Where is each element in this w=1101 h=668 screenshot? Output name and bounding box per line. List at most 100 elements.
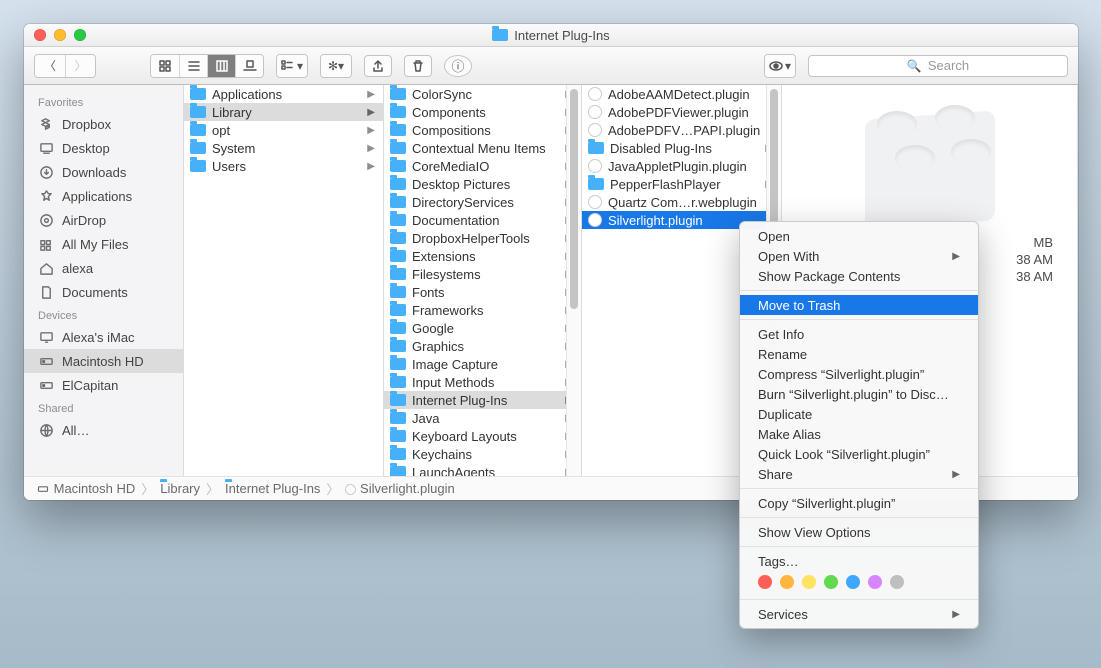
column-item[interactable]: DirectoryServices▶ bbox=[384, 193, 581, 211]
path-segment[interactable]: Macintosh HD bbox=[36, 481, 135, 496]
column-item[interactable]: Quartz Com…r.webplugin bbox=[582, 193, 781, 211]
zoom-button[interactable] bbox=[74, 29, 86, 41]
tag-color[interactable] bbox=[824, 575, 838, 589]
column-item[interactable]: Keyboard Layouts▶ bbox=[384, 427, 581, 445]
column-item[interactable]: Google▶ bbox=[384, 319, 581, 337]
column-item[interactable]: Extensions▶ bbox=[384, 247, 581, 265]
sidebar-item[interactable]: Downloads bbox=[24, 160, 183, 184]
sidebar-item[interactable]: All My Files bbox=[24, 232, 183, 256]
column-item[interactable]: ColorSync▶ bbox=[384, 85, 581, 103]
item-label: Applications bbox=[212, 87, 282, 102]
menu-item[interactable]: Show View Options bbox=[740, 522, 978, 542]
scrollbar[interactable] bbox=[566, 85, 581, 476]
context-menu[interactable]: OpenOpen With▶Show Package Contents Move … bbox=[739, 221, 979, 629]
menu-item[interactable]: Tags… bbox=[740, 551, 978, 571]
column-item[interactable]: Disabled Plug-Ins▶ bbox=[582, 139, 781, 157]
menu-item[interactable]: Open With▶ bbox=[740, 246, 978, 266]
tag-color[interactable] bbox=[890, 575, 904, 589]
tag-color[interactable] bbox=[802, 575, 816, 589]
tag-colors bbox=[740, 571, 978, 595]
column-item[interactable]: Documentation▶ bbox=[384, 211, 581, 229]
column-item[interactable]: Contextual Menu Items▶ bbox=[384, 139, 581, 157]
column-item[interactable]: Desktop Pictures▶ bbox=[384, 175, 581, 193]
column-item[interactable]: Filesystems▶ bbox=[384, 265, 581, 283]
minimize-button[interactable] bbox=[54, 29, 66, 41]
menu-item[interactable]: Show Package Contents bbox=[740, 266, 978, 286]
column-item[interactable]: Image Capture▶ bbox=[384, 355, 581, 373]
column-item[interactable]: Internet Plug-Ins▶ bbox=[384, 391, 581, 409]
column-view-button[interactable] bbox=[207, 55, 235, 77]
menu-item[interactable]: Duplicate bbox=[740, 404, 978, 424]
sidebar-item[interactable]: Documents bbox=[24, 280, 183, 304]
column-item[interactable]: AdobeAAMDetect.plugin bbox=[582, 85, 781, 103]
menu-item-label: Rename bbox=[758, 347, 807, 362]
sidebar-item[interactable]: ElCapitan bbox=[24, 373, 183, 397]
column-item[interactable]: Components▶ bbox=[384, 103, 581, 121]
column-item[interactable]: Compositions▶ bbox=[384, 121, 581, 139]
menu-item-label: Copy “Silverlight.plugin” bbox=[758, 496, 895, 511]
column-item[interactable]: Fonts▶ bbox=[384, 283, 581, 301]
column-item[interactable]: Library▶ bbox=[184, 103, 383, 121]
column-item[interactable]: Frameworks▶ bbox=[384, 301, 581, 319]
list-view-button[interactable] bbox=[179, 55, 207, 77]
column-item[interactable]: Graphics▶ bbox=[384, 337, 581, 355]
sidebar-item[interactable]: Dropbox bbox=[24, 112, 183, 136]
back-button[interactable]: 〈 bbox=[35, 55, 65, 77]
column-item[interactable]: JavaAppletPlugin.plugin bbox=[582, 157, 781, 175]
column-2[interactable]: ColorSync▶Components▶Compositions▶Contex… bbox=[384, 85, 582, 476]
column-item[interactable]: Java▶ bbox=[384, 409, 581, 427]
column-item[interactable]: Applications▶ bbox=[184, 85, 383, 103]
column-item[interactable]: Keychains▶ bbox=[384, 445, 581, 463]
arrange-menu[interactable]: ▾ bbox=[276, 54, 308, 78]
tag-color[interactable] bbox=[758, 575, 772, 589]
sidebar[interactable]: FavoritesDropboxDesktopDownloadsApplicat… bbox=[24, 85, 184, 476]
menu-item[interactable]: Rename bbox=[740, 344, 978, 364]
action-menu[interactable]: ✻▾ bbox=[320, 54, 352, 78]
search-field[interactable]: 🔍 Search bbox=[808, 55, 1068, 77]
menu-item[interactable]: Open bbox=[740, 226, 978, 246]
menu-item[interactable]: Burn “Silverlight.plugin” to Disc… bbox=[740, 384, 978, 404]
close-button[interactable] bbox=[34, 29, 46, 41]
menu-item[interactable]: Make Alias bbox=[740, 424, 978, 444]
tag-color[interactable] bbox=[780, 575, 794, 589]
tag-color[interactable] bbox=[846, 575, 860, 589]
preview-toggle[interactable]: ▾ bbox=[764, 54, 796, 78]
folder-icon bbox=[190, 106, 206, 118]
menu-item[interactable]: Quick Look “Silverlight.plugin” bbox=[740, 444, 978, 464]
sidebar-item[interactable]: Desktop bbox=[24, 136, 183, 160]
info-button[interactable]: ⓘ bbox=[444, 55, 472, 77]
sidebar-item[interactable]: Applications bbox=[24, 184, 183, 208]
scroll-thumb[interactable] bbox=[570, 89, 578, 309]
column-item[interactable]: AdobePDFV…PAPI.plugin bbox=[582, 121, 781, 139]
menu-item[interactable]: Compress “Silverlight.plugin” bbox=[740, 364, 978, 384]
path-segment[interactable]: Library bbox=[160, 481, 200, 497]
menu-item[interactable]: Share▶ bbox=[740, 464, 978, 484]
column-item[interactable]: Input Methods▶ bbox=[384, 373, 581, 391]
column-1[interactable]: Applications▶Library▶opt▶System▶Users▶ bbox=[184, 85, 384, 476]
icon-view-button[interactable] bbox=[151, 55, 179, 77]
menu-item[interactable]: Get Info bbox=[740, 324, 978, 344]
column-item[interactable]: LaunchAgents▶ bbox=[384, 463, 581, 476]
sidebar-item[interactable]: Macintosh HD bbox=[24, 349, 183, 373]
trash-button[interactable] bbox=[404, 55, 432, 77]
path-segment[interactable]: Internet Plug-Ins bbox=[225, 481, 320, 497]
menu-item[interactable]: Move to Trash bbox=[740, 295, 978, 315]
sidebar-item[interactable]: AirDrop bbox=[24, 208, 183, 232]
path-segment[interactable]: Silverlight.plugin bbox=[345, 481, 454, 496]
menu-item[interactable]: Services▶ bbox=[740, 604, 978, 624]
column-item[interactable]: opt▶ bbox=[184, 121, 383, 139]
sidebar-item[interactable]: alexa bbox=[24, 256, 183, 280]
column-item[interactable]: Users▶ bbox=[184, 157, 383, 175]
menu-item[interactable]: Copy “Silverlight.plugin” bbox=[740, 493, 978, 513]
column-item[interactable]: CoreMediaIO▶ bbox=[384, 157, 581, 175]
tag-color[interactable] bbox=[868, 575, 882, 589]
column-item[interactable]: AdobePDFViewer.plugin bbox=[582, 103, 781, 121]
column-item[interactable]: DropboxHelperTools▶ bbox=[384, 229, 581, 247]
forward-button[interactable]: 〉 bbox=[65, 55, 95, 77]
column-item[interactable]: PepperFlashPlayer▶ bbox=[582, 175, 781, 193]
column-item[interactable]: System▶ bbox=[184, 139, 383, 157]
sidebar-item[interactable]: All… bbox=[24, 418, 183, 442]
coverflow-view-button[interactable] bbox=[235, 55, 263, 77]
sidebar-item[interactable]: Alexa's iMac bbox=[24, 325, 183, 349]
share-button[interactable] bbox=[364, 55, 392, 77]
